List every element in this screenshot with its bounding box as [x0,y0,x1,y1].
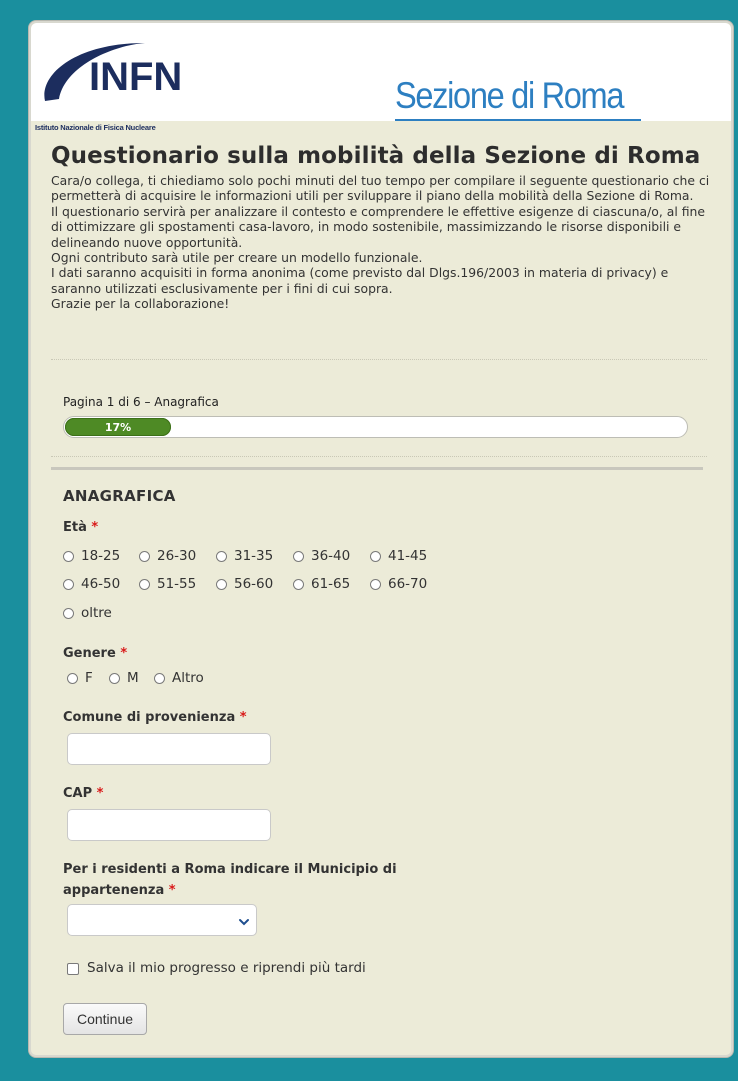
eta-option[interactable]: 51-55 [139,576,196,592]
logo-text: INFN [89,55,182,99]
eta-option[interactable]: 36-40 [293,548,350,564]
required-marker: * [91,520,99,535]
comune-label: Comune di provenienza * [63,710,247,725]
municipio-label: Per i residenti a Roma indicare il Munic… [63,862,397,898]
infn-logo: INFN Istituto Nazionale di Fisica Nuclea… [35,35,195,132]
chevron-down-icon [238,913,250,932]
radio-button[interactable] [293,578,304,590]
radio-button[interactable] [139,550,150,562]
intro-line: I dati saranno acquisiti in forma anonim… [51,265,669,296]
eta-label: Età * [63,520,99,535]
eta-option[interactable]: 41-45 [370,548,427,564]
header-banner: INFN Istituto Nazionale di Fisica Nuclea… [31,23,731,132]
radio-button[interactable] [216,578,227,590]
progress-fill: 17% [65,418,171,436]
required-marker: * [239,710,247,725]
genere-option[interactable]: M [109,670,139,686]
progress-bar: 17% [63,416,688,438]
survey-title: Questionario sulla mobilità della Sezion… [51,143,701,169]
radio-button[interactable] [154,672,165,684]
section-separator [51,467,703,470]
eta-option[interactable]: 18-25 [63,548,120,564]
intro-line: Grazie per la collaborazione! [51,296,230,312]
cap-input[interactable] [67,809,271,841]
divider [51,456,707,457]
radio-button[interactable] [67,672,78,684]
page-indicator: Pagina 1 di 6 – Anagrafica [63,395,219,409]
eta-option[interactable]: 56-60 [216,576,273,592]
save-progress-checkbox[interactable] [67,963,79,975]
section-name: Sezione di Roma [395,75,624,116]
eta-option[interactable]: 61-65 [293,576,350,592]
save-progress-label[interactable]: Salva il mio progresso e riprendi più ta… [87,960,366,976]
section-name-underline [395,119,641,121]
municipio-select[interactable] [67,904,257,936]
radio-button[interactable] [293,550,304,562]
intro-line: Cara/o collega, ti chiediamo solo pochi … [51,173,710,204]
radio-button[interactable] [109,672,120,684]
required-marker: * [168,883,176,898]
genere-label: Genere * [63,646,128,661]
radio-button[interactable] [370,578,381,590]
radio-button[interactable] [139,578,150,590]
cap-label: CAP * [63,786,104,801]
survey-intro: Cara/o collega, ti chiediamo solo pochi … [51,173,711,312]
continue-button[interactable]: Continue [63,1003,147,1035]
radio-button[interactable] [370,550,381,562]
required-marker: * [120,646,128,661]
comune-input[interactable] [67,733,271,765]
genere-option[interactable]: F [67,670,93,686]
radio-button[interactable] [63,607,74,619]
eta-option[interactable]: 31-35 [216,548,273,564]
radio-button[interactable] [63,578,74,590]
divider [51,359,707,360]
eta-option[interactable]: 46-50 [63,576,120,592]
section-title: ANAGRAFICA [63,487,176,505]
eta-option[interactable]: oltre [63,605,112,621]
radio-button[interactable] [216,550,227,562]
eta-option[interactable]: 26-30 [139,548,196,564]
survey-card: INFN Istituto Nazionale di Fisica Nuclea… [28,20,734,1058]
radio-button[interactable] [63,550,74,562]
eta-option[interactable]: 66-70 [370,576,427,592]
required-marker: * [96,786,104,801]
logo-caption: Istituto Nazionale di Fisica Nucleare [35,123,156,132]
intro-line: Il questionario servirà per analizzare i… [51,203,705,250]
genere-option[interactable]: Altro [154,670,204,686]
intro-line: Ogni contributo sarà utile per creare un… [51,250,423,266]
